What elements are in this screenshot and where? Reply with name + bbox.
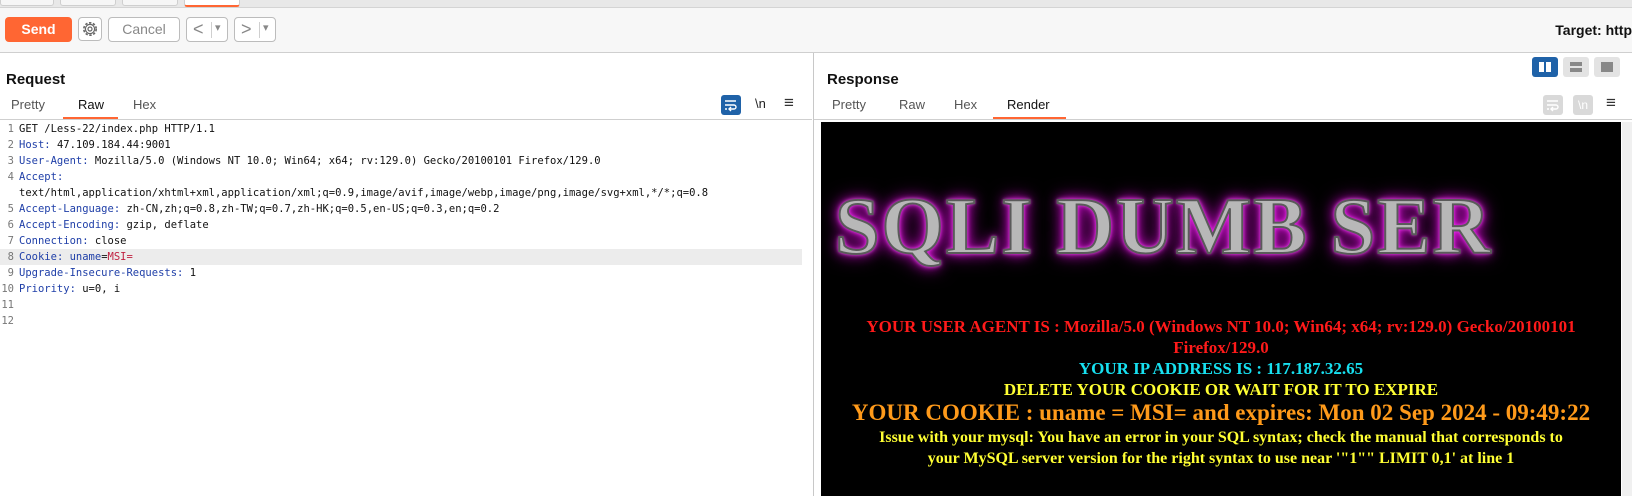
newline-toggle-button[interactable]: \n xyxy=(755,96,766,111)
user-agent-line: YOUR USER AGENT IS : Mozilla/5.0 (Window… xyxy=(866,317,1576,336)
back-button[interactable]: < ▾ xyxy=(186,17,228,42)
response-word-wrap-button[interactable] xyxy=(1543,95,1563,115)
word-wrap-button[interactable] xyxy=(721,95,741,115)
single-pane-icon xyxy=(1601,62,1613,72)
mysql-error-line-cont: your MySQL server version for the right … xyxy=(927,450,1515,467)
response-newline-toggle-button[interactable]: \n xyxy=(1573,95,1593,115)
rows-icon xyxy=(1570,62,1582,72)
editor-line: 4 Accept: xyxy=(7,171,64,183)
layout-single-button[interactable] xyxy=(1594,57,1620,77)
tab-stub-1[interactable] xyxy=(0,0,54,6)
columns-icon xyxy=(1539,62,1551,72)
layout-stacked-button[interactable] xyxy=(1563,57,1589,77)
rendered-response: SQLI DUMB SER YOUR USER AGENT IS : Mozil… xyxy=(821,122,1621,496)
editor-line: 2 Host: 47.109.184.44:9001 xyxy=(7,139,171,151)
cancel-button[interactable]: Cancel xyxy=(108,17,180,42)
response-menu-icon[interactable]: ≡ xyxy=(1606,93,1616,113)
chevron-down-icon[interactable]: ▾ xyxy=(215,21,221,34)
mysql-error-line: Issue with your mysql: You have an error… xyxy=(879,429,1563,446)
target-label[interactable]: Target: http xyxy=(1555,22,1632,38)
menu-icon[interactable]: ≡ xyxy=(784,93,794,113)
wrap-icon xyxy=(1547,100,1559,112)
forward-button[interactable]: > ▾ xyxy=(234,17,276,42)
wrap-icon xyxy=(725,100,737,112)
nav-separator xyxy=(211,22,212,38)
delete-cookie-line: DELETE YOUR COOKIE OR WAIT FOR IT TO EXP… xyxy=(1003,380,1439,399)
request-tab-hex[interactable]: Hex xyxy=(133,96,156,118)
ip-address-line: YOUR IP ADDRESS IS : 117.187.32.65 xyxy=(1078,359,1364,378)
chevron-down-icon[interactable]: ▾ xyxy=(263,21,269,34)
response-header-separator xyxy=(814,119,1632,120)
editor-line: 11 xyxy=(1,299,14,311)
tab-stub-active[interactable] xyxy=(184,0,240,7)
render-scrollbar[interactable] xyxy=(1622,122,1632,496)
request-tab-raw[interactable]: Raw xyxy=(78,96,104,118)
layout-side-by-side-button[interactable] xyxy=(1532,57,1558,77)
editor-line: 7 Connection: close xyxy=(7,235,127,247)
response-title: Response xyxy=(827,71,899,88)
response-tab-render[interactable]: Render xyxy=(1007,96,1050,118)
toolbar: Send Cancel < ▾ > ▾ Target: http xyxy=(0,8,1632,53)
request-tab-pretty[interactable]: Pretty xyxy=(11,96,45,118)
response-tab-hex[interactable]: Hex xyxy=(954,96,977,118)
editor-line: 5 Accept-Language: zh-CN,zh;q=0.8,zh-TW;q… xyxy=(7,203,500,215)
editor-line: 9 Upgrade-Insecure-Requests: 1 xyxy=(7,267,197,279)
chevron-right-icon: > xyxy=(241,19,252,39)
send-button[interactable]: Send xyxy=(5,17,72,42)
response-tab-pretty[interactable]: Pretty xyxy=(832,96,866,118)
editor-line: 10 Priority: u=0, i xyxy=(1,283,121,295)
request-editor[interactable]: 1 GET /Less-22/index.php HTTP/1.1 2 Host: … xyxy=(0,121,812,496)
response-tab-raw[interactable]: Raw xyxy=(899,96,925,118)
nav-separator xyxy=(259,22,260,38)
chevron-left-icon: < xyxy=(193,19,204,39)
user-agent-line-cont: Firefox/129.0 xyxy=(1173,338,1269,357)
editor-line: 3 User-Agent: Mozilla/5.0 (Windows NT 10.… xyxy=(7,155,601,167)
sqli-banner: SQLI DUMB SER xyxy=(834,182,1493,272)
tab-stub-3[interactable] xyxy=(122,0,178,6)
request-title: Request xyxy=(6,71,66,88)
editor-line: 6 Accept-Encoding: gzip, deflate xyxy=(7,219,209,231)
gear-icon xyxy=(83,22,97,36)
top-tab-strip xyxy=(0,0,1632,8)
editor-line: 1 GET /Less-22/index.php HTTP/1.1 xyxy=(7,123,215,135)
cookie-line: YOUR COOKIE : uname = MSI= and expires: … xyxy=(851,400,1591,425)
settings-button[interactable] xyxy=(78,17,102,41)
editor-line-highlighted: 8 Cookie: uname=MSI= xyxy=(0,249,802,265)
editor-line: text/html,application/xhtml+xml,applicat… xyxy=(19,187,709,199)
tab-stub-2[interactable] xyxy=(60,0,116,6)
request-header-separator xyxy=(0,119,812,120)
editor-line: 12 xyxy=(1,315,14,327)
